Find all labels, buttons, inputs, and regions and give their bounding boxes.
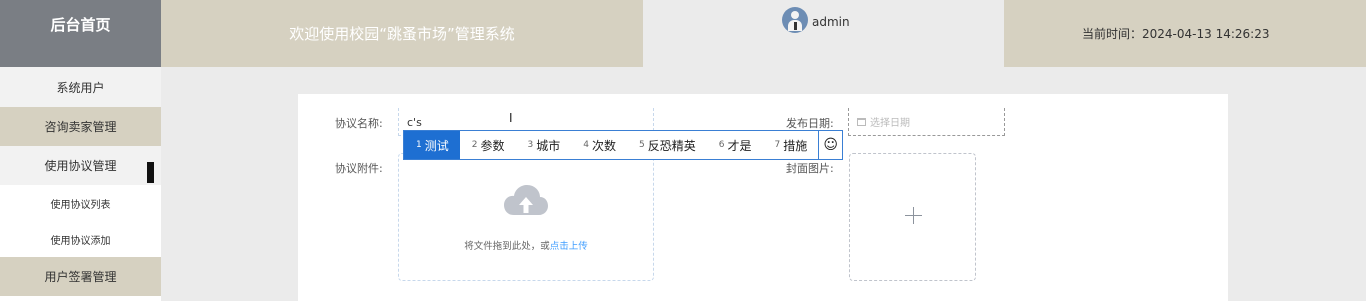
sidebar-item-seller-inquiry[interactable]: 咨询卖家管理 [0, 107, 161, 146]
sidebar-item-agreement-management[interactable]: 使用协议管理 [0, 146, 161, 185]
ime-candidate[interactable]: 2 参数 [460, 131, 516, 159]
sidebar: 系统用户 咨询卖家管理 使用协议管理 使用协议列表 使用协议添加 用户签署管理 [0, 67, 161, 301]
ime-candidate[interactable]: 6 才是 [707, 131, 763, 159]
welcome-title: 欢迎使用校园“跳蚤市场”管理系统 [161, 0, 643, 67]
current-time: 当前时间： 2024-04-13 14:26:23 [1004, 0, 1366, 67]
form-panel: 协议名称: c's I 发布日期: 选择日期 协议附件: 将文件拖到此处，或点击… [298, 94, 1228, 301]
ime-candidate[interactable]: 3 城市 [516, 131, 572, 159]
upload-hint-text: 将文件拖到此处，或 [464, 241, 550, 252]
avatar[interactable] [782, 7, 808, 33]
ime-candidate[interactable]: 7 措施 [763, 131, 819, 159]
emoji-icon[interactable]: ☺ [818, 131, 842, 159]
cover-image-uploader[interactable] [849, 153, 976, 281]
ime-candidate[interactable]: 1 测试 [404, 131, 460, 159]
date-label: 发布日期: [786, 117, 834, 130]
sidebar-item-user-signing[interactable]: 用户签署管理 [0, 257, 161, 296]
click-upload-link[interactable]: 点击上传 [550, 241, 588, 252]
upload-cloud-icon [504, 185, 548, 215]
date-picker[interactable]: 选择日期 [848, 108, 1005, 136]
top-bar: 后台首页 欢迎使用校园“跳蚤市场”管理系统 admin 当前时间： 2024-0… [0, 0, 1366, 67]
upload-hint: 将文件拖到此处，或点击上传 [399, 238, 653, 252]
plus-icon [905, 207, 922, 224]
agreement-name-value: c's [407, 116, 422, 129]
username[interactable]: admin [812, 15, 850, 29]
user-box: admin [643, 0, 1004, 67]
sidebar-item-system-users[interactable]: 系统用户 [0, 67, 161, 107]
sidebar-item-agreement-list[interactable]: 使用协议列表 [0, 185, 161, 221]
cover-label: 封面图片: [786, 162, 834, 175]
date-placeholder: 选择日期 [870, 118, 910, 129]
name-label: 协议名称: [335, 117, 383, 130]
active-indicator [147, 162, 154, 183]
calendar-icon [857, 117, 866, 126]
file-upload-dropzone[interactable]: 将文件拖到此处，或点击上传 [398, 153, 654, 281]
home-link[interactable]: 后台首页 [0, 0, 161, 67]
ime-candidate-bar: 1 测试 2 参数 3 城市 4 次数 5 反恐精英 6 才是 7 措施 ☺ [403, 130, 843, 160]
ime-candidate[interactable]: 5 反恐精英 [627, 131, 707, 159]
text-cursor-icon: I [509, 111, 513, 125]
attachment-label: 协议附件: [335, 162, 383, 175]
time-label: 当前时间： [1082, 27, 1143, 41]
sidebar-item-agreement-add[interactable]: 使用协议添加 [0, 221, 161, 257]
time-value: 2024-04-13 14:26:23 [1142, 26, 1270, 41]
ime-candidate[interactable]: 4 次数 [571, 131, 627, 159]
